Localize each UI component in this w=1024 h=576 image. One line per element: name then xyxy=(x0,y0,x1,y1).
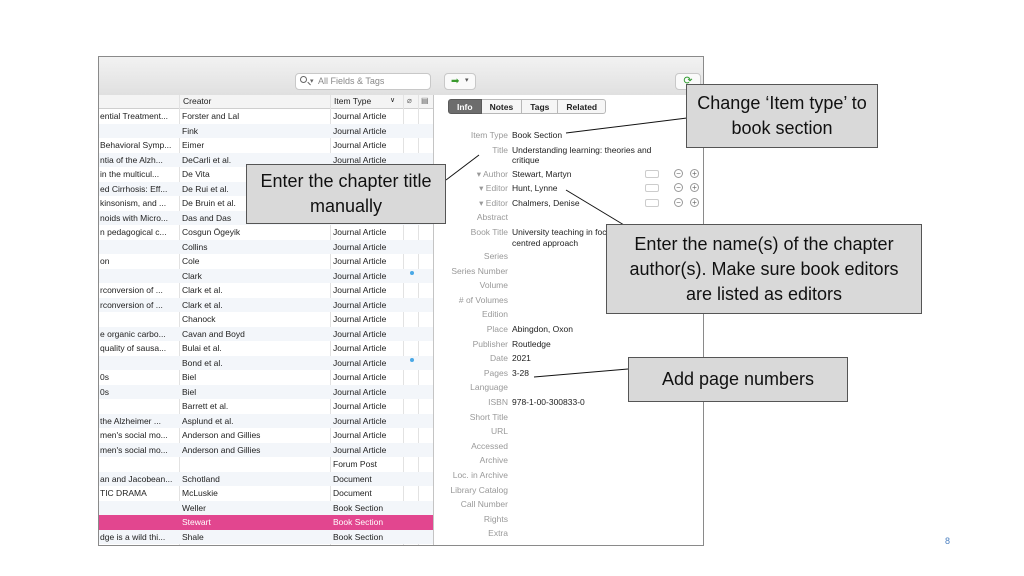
pointer-item-type xyxy=(565,117,688,134)
pointer-authors xyxy=(565,189,630,229)
callout-item-type: Change ‘Item type’ to book section xyxy=(686,84,878,148)
pointer-pages xyxy=(533,368,629,378)
slide-number: 8 xyxy=(945,536,951,546)
callout-authors: Enter the name(s) of the chapter author(… xyxy=(606,224,922,314)
callout-pages: Add page numbers xyxy=(628,357,848,402)
callout-title: Enter the chapter title manually xyxy=(246,164,446,224)
pointer-title xyxy=(445,154,480,181)
